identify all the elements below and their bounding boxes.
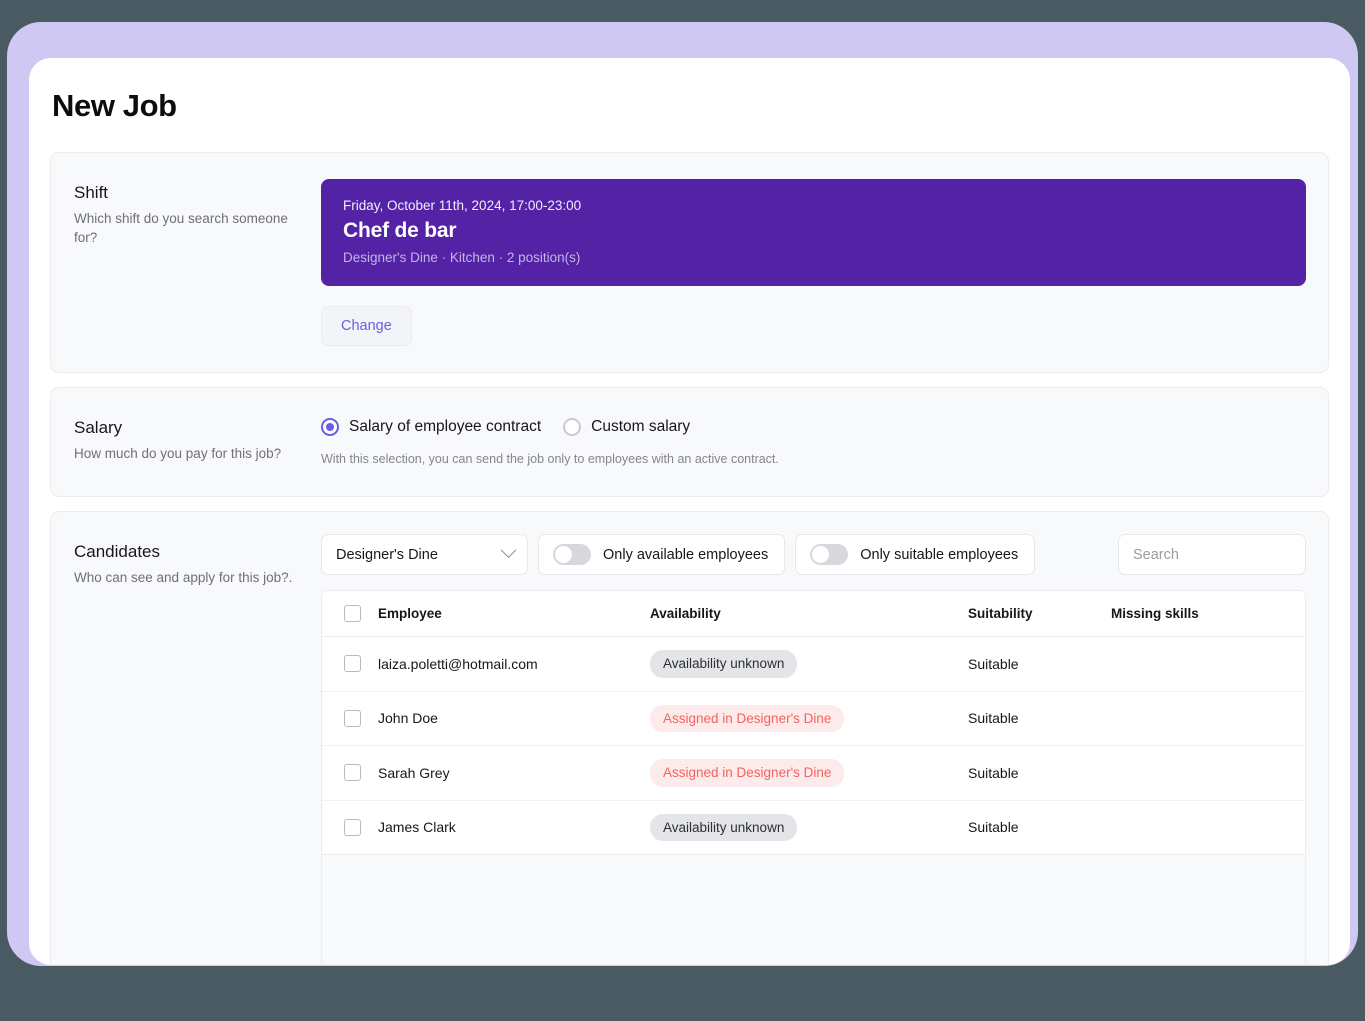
- column-header-select: [322, 591, 378, 637]
- salary-section-title: Salary: [74, 418, 123, 437]
- section-candidates: Candidates Who can see and apply for thi…: [50, 511, 1329, 965]
- toggle-only-suitable-employees[interactable]: Only suitable employees: [795, 534, 1036, 575]
- salary-section-subtitle: How much do you pay for this job?: [74, 446, 282, 461]
- candidates-section-subtitle: Who can see and apply for this job?.: [74, 570, 293, 585]
- page-content: New Job Shift Which shift do you search …: [50, 88, 1329, 965]
- section-shift: Shift Which shift do you search someone …: [50, 152, 1329, 373]
- table-row[interactable]: James Clark Availability unknown Suitable: [322, 800, 1305, 856]
- shift-section-subtitle: Which shift do you search someone for?: [74, 211, 288, 246]
- availability-badge: Availability unknown: [650, 813, 798, 842]
- page-title: New Job: [52, 88, 177, 123]
- page-frame: New Job Shift Which shift do you search …: [7, 22, 1358, 966]
- row-select-cell: [322, 636, 378, 692]
- cell-employee: laiza.poletti@hotmail.com: [378, 636, 650, 692]
- radio-label-custom-salary: Custom salary: [591, 418, 691, 435]
- toggle-switch-icon[interactable]: [553, 544, 591, 565]
- shift-date: Friday, October 11th, 2024, 17:00-23:00: [343, 198, 582, 213]
- cell-availability: Availability unknown: [650, 800, 968, 856]
- app-window: New Job Shift Which shift do you search …: [29, 58, 1350, 965]
- candidates-toolbar: Designer's Dine Only available employees…: [321, 534, 1306, 575]
- toggle-switch-icon[interactable]: [810, 544, 849, 565]
- candidates-table: Employee Availability Suitability Missin…: [322, 591, 1305, 856]
- radio-unselected-icon[interactable]: [563, 418, 582, 436]
- availability-badge: Assigned in Designer's Dine: [650, 704, 845, 733]
- cell-suitability: Suitable: [968, 745, 1111, 801]
- table-row[interactable]: laiza.poletti@hotmail.com Availability un…: [322, 636, 1305, 692]
- cell-employee: John Doe: [378, 691, 650, 747]
- table-row[interactable]: Sarah Grey Assigned in Designer's Dine Sui…: [322, 745, 1305, 801]
- column-header-suitability: Suitability: [968, 591, 1111, 637]
- column-header-missing-skills: Missing skills: [1111, 591, 1305, 637]
- cell-employee: James Clark: [378, 800, 650, 856]
- cell-employee: Sarah Grey: [378, 745, 650, 801]
- cell-availability: Availability unknown: [650, 636, 968, 692]
- table-head: Employee Availability Suitability Missin…: [322, 591, 1305, 637]
- salary-hint-text: With this selection, you can send the jo…: [321, 452, 779, 466]
- radio-label-contract-salary: Salary of employee contract: [349, 418, 542, 435]
- table-empty-space: [322, 855, 1305, 965]
- candidates-section-header: Candidates Who can see and apply for thi…: [51, 512, 321, 965]
- change-shift-button[interactable]: Change: [321, 306, 412, 346]
- table-body: laiza.poletti@hotmail.com Availability un…: [322, 636, 1305, 856]
- table-header-row: Employee Availability Suitability Missin…: [322, 591, 1305, 637]
- availability-badge: Assigned in Designer's Dine: [650, 759, 845, 787]
- radio-option-custom-salary[interactable]: Custom salary: [563, 418, 690, 436]
- availability-badge: Availability unknown: [650, 650, 798, 678]
- column-header-employee: Employee: [378, 591, 650, 637]
- row-select-cell: [322, 745, 378, 801]
- column-header-availability: Availability: [650, 591, 968, 637]
- radio-selected-icon[interactable]: [321, 418, 339, 436]
- cell-availability: Assigned in Designer's Dine: [650, 745, 968, 801]
- row-checkbox[interactable]: [344, 818, 361, 836]
- candidates-section-body: Designer's Dine Only available employees…: [321, 512, 1328, 965]
- toggle-only-available-employees[interactable]: Only available employees: [538, 534, 786, 575]
- shift-meta: Designer's Dine · Kitchen · 2 position(s…: [343, 250, 581, 265]
- cell-missing-skills: [1111, 636, 1305, 692]
- cell-availability: Assigned in Designer's Dine: [650, 691, 968, 747]
- cell-suitability: Suitable: [968, 800, 1111, 856]
- row-select-cell: [322, 691, 378, 747]
- cell-missing-skills: [1111, 745, 1305, 801]
- shift-card[interactable]: Friday, October 11th, 2024, 17:00-23:00 …: [321, 179, 1306, 286]
- cell-suitability: Suitable: [968, 636, 1111, 692]
- shift-section-body: Friday, October 11th, 2024, 17:00-23:00 …: [321, 153, 1328, 372]
- shift-section-header: Shift Which shift do you search someone …: [51, 153, 321, 372]
- row-checkbox[interactable]: [344, 655, 361, 673]
- candidates-section-title: Candidates: [74, 542, 161, 561]
- location-select-value: Designer's Dine: [336, 546, 438, 563]
- cell-suitability: Suitable: [968, 691, 1111, 747]
- row-select-cell: [322, 800, 378, 856]
- row-checkbox[interactable]: [344, 764, 361, 782]
- table-row[interactable]: John Doe Assigned in Designer's Dine Suita…: [322, 691, 1305, 747]
- section-salary: Salary How much do you pay for this job?…: [50, 387, 1329, 497]
- candidates-table-container: Employee Availability Suitability Missin…: [321, 590, 1306, 965]
- select-all-checkbox[interactable]: [344, 605, 361, 622]
- salary-section-header: Salary How much do you pay for this job?: [51, 388, 321, 496]
- search-input[interactable]: [1118, 534, 1306, 575]
- shift-name: Chef de bar: [343, 219, 457, 242]
- location-select[interactable]: Designer's Dine: [321, 534, 528, 575]
- toggle-only-available-label: Only available employees: [603, 546, 769, 563]
- salary-section-body: Salary of employee contract Custom salar…: [321, 388, 1328, 496]
- cell-missing-skills: [1111, 691, 1305, 747]
- salary-radio-group: Salary of employee contract Custom salar…: [321, 418, 1306, 436]
- chevron-down-icon: [500, 542, 517, 559]
- row-checkbox[interactable]: [344, 709, 361, 727]
- shift-section-title: Shift: [74, 183, 109, 202]
- radio-option-contract-salary[interactable]: Salary of employee contract: [321, 418, 541, 436]
- toggle-only-suitable-label: Only suitable employees: [860, 546, 1019, 563]
- cell-missing-skills: [1111, 800, 1305, 856]
